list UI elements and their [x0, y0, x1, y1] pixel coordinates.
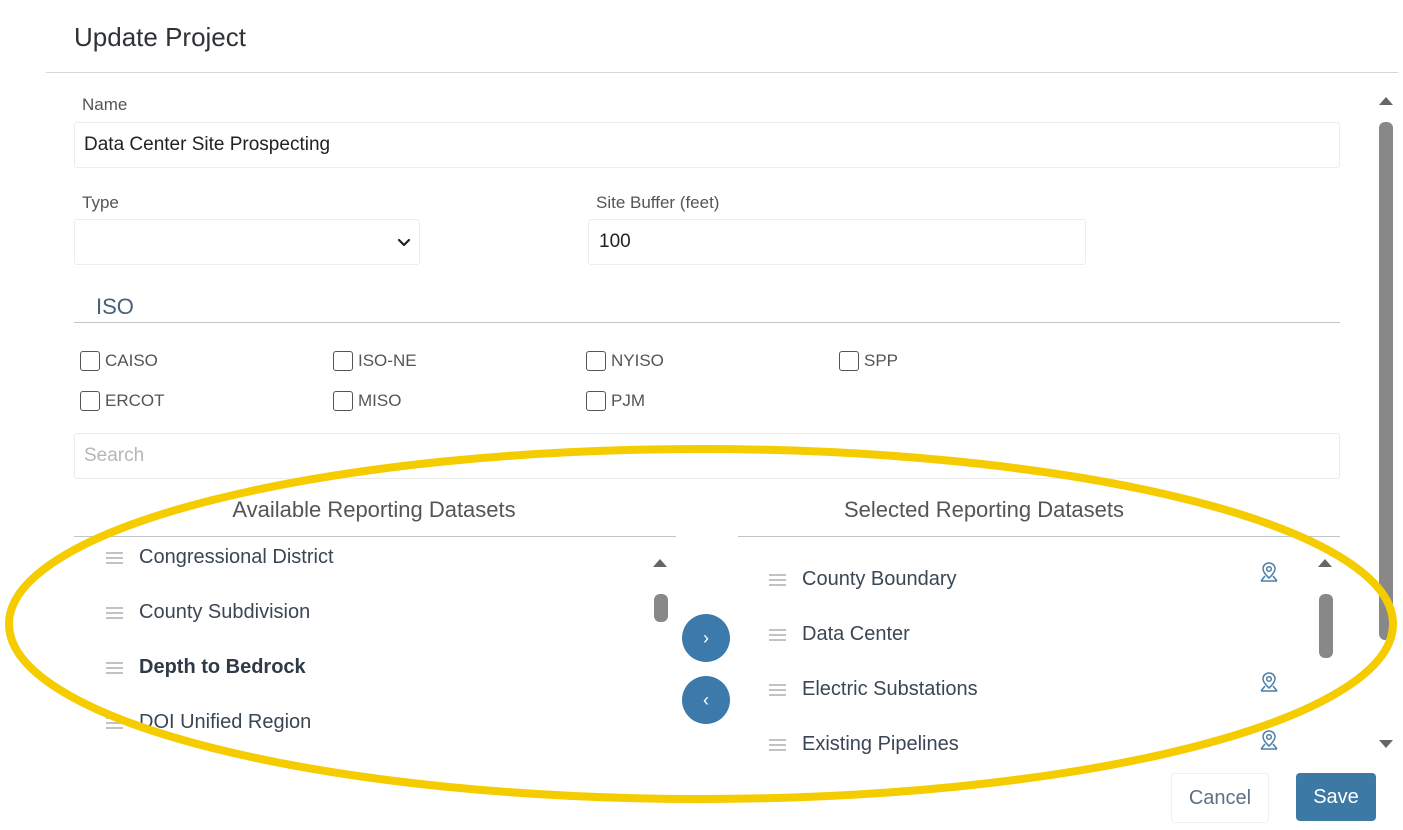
page-scrollbar-thumb[interactable]: [1379, 122, 1393, 640]
page-scroll-up-icon[interactable]: [1379, 97, 1393, 105]
checkbox-nyiso[interactable]: NYISO: [586, 351, 664, 371]
chevron-left-icon: ‹: [703, 689, 709, 710]
search-field[interactable]: [74, 433, 1340, 479]
list-item[interactable]: Existing Pipelines: [769, 733, 959, 756]
add-dataset-button[interactable]: ›: [682, 614, 730, 662]
checkbox-label: ERCOT: [105, 391, 165, 410]
checkbox-box[interactable]: [586, 351, 606, 371]
selected-scrollbar-thumb[interactable]: [1319, 594, 1333, 658]
checkbox-miso[interactable]: MISO: [333, 391, 401, 411]
checkbox-box[interactable]: [586, 391, 606, 411]
checkbox-caiso[interactable]: CAISO: [80, 351, 158, 371]
name-value: Data Center Site Prospecting: [84, 134, 331, 155]
checkbox-pjm[interactable]: PJM: [586, 391, 645, 411]
name-field[interactable]: Data Center Site Prospecting: [74, 122, 1340, 168]
available-scroll-up-icon[interactable]: [653, 559, 667, 567]
available-datasets-list[interactable]: Congressional District County Subdivisio…: [96, 542, 656, 762]
list-item-label: County Subdivision: [139, 601, 311, 623]
list-item[interactable]: County Subdivision: [106, 601, 310, 624]
checkbox-label: ISO-NE: [358, 351, 417, 370]
available-datasets-header: Available Reporting Datasets: [232, 497, 516, 522]
checkbox-spp[interactable]: SPP: [839, 351, 898, 371]
drag-handle-icon[interactable]: [106, 716, 123, 729]
remove-dataset-button[interactable]: ‹: [682, 676, 730, 724]
checkbox-label: CAISO: [105, 351, 158, 370]
list-item-label: Congressional District: [139, 546, 334, 568]
list-item-label: DOI Unified Region: [139, 711, 312, 733]
search-input[interactable]: [75, 434, 1339, 478]
map-pin-icon[interactable]: [1257, 728, 1281, 752]
checkbox-box[interactable]: [80, 391, 100, 411]
list-item-selected[interactable]: Depth to Bedrock: [106, 656, 306, 679]
dialog-title: Update Project: [74, 22, 246, 52]
list-item[interactable]: DOI Unified Region: [106, 711, 311, 734]
checkbox-box[interactable]: [333, 391, 353, 411]
checkbox-label: SPP: [864, 351, 899, 370]
drag-handle-icon[interactable]: [769, 738, 786, 751]
save-button[interactable]: Save: [1296, 773, 1376, 821]
map-pin-icon[interactable]: [1257, 560, 1281, 584]
cancel-button[interactable]: Cancel: [1171, 773, 1269, 823]
site-buffer-value: 100: [599, 231, 631, 252]
iso-heading: ISO: [96, 294, 134, 319]
drag-handle-icon[interactable]: [106, 606, 123, 619]
selected-datasets-list[interactable]: County Boundary Data Center Electric Sub…: [758, 542, 1298, 760]
drag-handle-icon[interactable]: [769, 628, 786, 641]
checkbox-box[interactable]: [80, 351, 100, 371]
drag-handle-icon[interactable]: [106, 661, 123, 674]
list-item-label: Depth to Bedrock: [139, 656, 306, 678]
name-label: Name: [82, 95, 128, 114]
checkbox-box[interactable]: [839, 351, 859, 371]
chevron-right-icon: ›: [703, 627, 709, 648]
checkbox-label: PJM: [611, 391, 645, 410]
list-item[interactable]: Congressional District: [106, 546, 334, 569]
checkbox-box[interactable]: [333, 351, 353, 371]
type-select[interactable]: [74, 219, 420, 265]
checkbox-label: MISO: [358, 391, 402, 410]
list-item[interactable]: Data Center: [769, 623, 910, 646]
site-buffer-field[interactable]: 100: [588, 219, 1086, 265]
available-header-divider: [74, 536, 676, 537]
type-label: Type: [82, 193, 119, 212]
checkbox-label: NYISO: [611, 351, 664, 370]
chevron-down-icon: [397, 238, 411, 247]
checkbox-iso-ne[interactable]: ISO-NE: [333, 351, 417, 371]
map-pin-icon[interactable]: [1257, 670, 1281, 694]
selected-scroll-up-icon[interactable]: [1318, 559, 1332, 567]
list-item-label: County Boundary: [802, 568, 957, 590]
list-item[interactable]: County Boundary: [769, 568, 957, 591]
selected-datasets-header: Selected Reporting Datasets: [843, 497, 1125, 522]
iso-divider: [74, 322, 1340, 323]
site-buffer-label: Site Buffer (feet): [596, 193, 720, 212]
selected-header-divider: [738, 536, 1340, 537]
list-item-label: Electric Substations: [802, 678, 978, 700]
drag-handle-icon[interactable]: [769, 683, 786, 696]
drag-handle-icon[interactable]: [106, 551, 123, 564]
title-divider: [46, 72, 1398, 73]
available-scrollbar-thumb[interactable]: [654, 594, 668, 622]
list-item-label: Existing Pipelines: [802, 733, 959, 755]
list-item[interactable]: Electric Substations: [769, 678, 978, 701]
page-scroll-down-icon[interactable]: [1379, 740, 1393, 748]
checkbox-ercot[interactable]: ERCOT: [80, 391, 165, 411]
drag-handle-icon[interactable]: [769, 573, 786, 586]
list-item-label: Data Center: [802, 623, 910, 645]
